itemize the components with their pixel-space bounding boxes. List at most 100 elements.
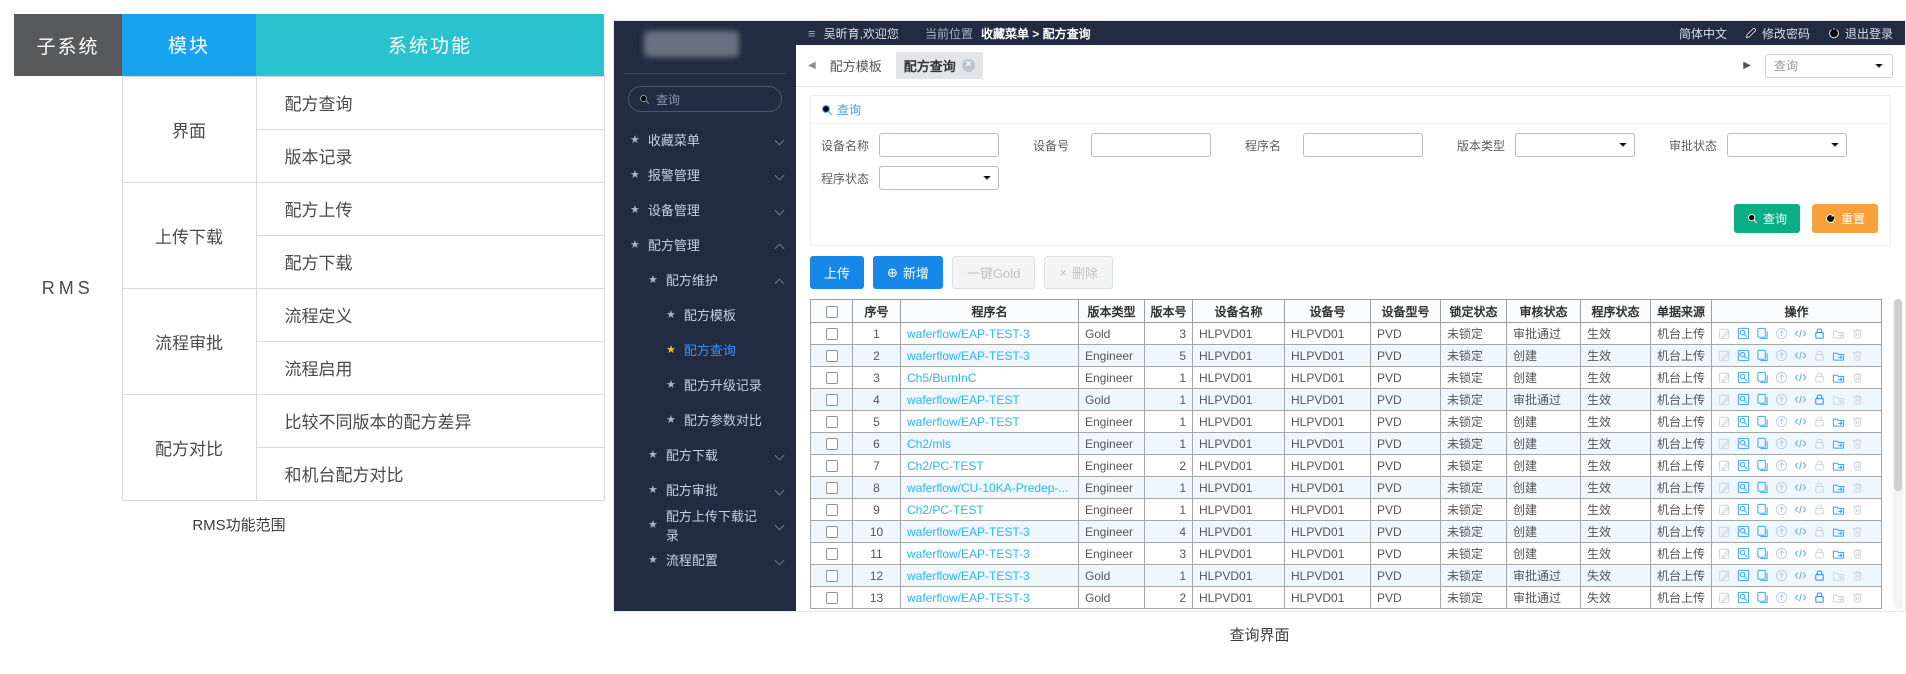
copy-icon[interactable] — [1756, 327, 1769, 340]
row-checkbox[interactable] — [826, 350, 838, 362]
lock-icon[interactable] — [1813, 393, 1826, 406]
edit-icon[interactable] — [1718, 327, 1731, 340]
trash-icon[interactable] — [1851, 503, 1864, 516]
preview-icon[interactable] — [1737, 327, 1750, 340]
copy-icon[interactable] — [1756, 591, 1769, 604]
upload-circle-icon[interactable] — [1775, 591, 1788, 604]
trash-icon[interactable] — [1851, 481, 1864, 494]
collapse-menu-icon[interactable]: ≡ — [808, 26, 816, 41]
lock-icon[interactable] — [1813, 349, 1826, 362]
export-icon[interactable] — [1832, 371, 1845, 384]
language-switch[interactable]: 简体中文 — [1679, 25, 1727, 42]
trash-icon[interactable] — [1851, 437, 1864, 450]
code-icon[interactable] — [1794, 503, 1807, 516]
upload-circle-icon[interactable] — [1775, 459, 1788, 472]
row-checkbox[interactable] — [826, 592, 838, 604]
one-key-gold-button[interactable]: 一键Gold — [952, 256, 1035, 289]
copy-icon[interactable] — [1756, 349, 1769, 362]
export-icon[interactable] — [1832, 547, 1845, 560]
tab-recipe-template[interactable]: 配方模板 — [830, 56, 882, 75]
code-icon[interactable] — [1794, 481, 1807, 494]
program-link[interactable]: Ch2/mls — [907, 437, 951, 451]
trash-icon[interactable] — [1851, 349, 1864, 362]
upload-circle-icon[interactable] — [1775, 437, 1788, 450]
export-icon[interactable] — [1832, 437, 1845, 450]
change-password-button[interactable]: 修改密码 — [1745, 25, 1810, 42]
row-checkbox[interactable] — [826, 570, 838, 582]
copy-icon[interactable] — [1756, 437, 1769, 450]
edit-icon[interactable] — [1718, 393, 1731, 406]
copy-icon[interactable] — [1756, 481, 1769, 494]
trash-icon[interactable] — [1851, 547, 1864, 560]
program-link[interactable]: Ch5/BurnInC — [907, 371, 976, 385]
upload-circle-icon[interactable] — [1775, 415, 1788, 428]
export-icon[interactable] — [1832, 459, 1845, 472]
preview-icon[interactable] — [1737, 525, 1750, 538]
trash-icon[interactable] — [1851, 415, 1864, 428]
row-checkbox[interactable] — [826, 328, 838, 340]
lock-icon[interactable] — [1813, 547, 1826, 560]
program-link[interactable]: Ch2/PC-TEST — [907, 459, 984, 473]
lock-icon[interactable] — [1813, 591, 1826, 604]
edit-icon[interactable] — [1718, 481, 1731, 494]
lock-icon[interactable] — [1813, 327, 1826, 340]
export-icon[interactable] — [1832, 349, 1845, 362]
export-icon[interactable] — [1832, 503, 1845, 516]
lock-icon[interactable] — [1813, 503, 1826, 516]
preview-icon[interactable] — [1737, 591, 1750, 604]
field-control[interactable] — [879, 166, 999, 190]
add-button[interactable]: ⊕新增 — [873, 256, 943, 289]
code-icon[interactable] — [1794, 459, 1807, 472]
lock-icon[interactable] — [1813, 481, 1826, 494]
scrollbar-thumb[interactable] — [1894, 299, 1902, 491]
upload-circle-icon[interactable] — [1775, 547, 1788, 560]
program-link[interactable]: waferflow/EAP-TEST-3 — [907, 569, 1030, 583]
lock-icon[interactable] — [1813, 569, 1826, 582]
trash-icon[interactable] — [1851, 459, 1864, 472]
program-link[interactable]: waferflow/EAP-TEST — [907, 393, 1020, 407]
field-control[interactable] — [1091, 133, 1211, 157]
row-checkbox[interactable] — [826, 416, 838, 428]
copy-icon[interactable] — [1756, 525, 1769, 538]
upload-circle-icon[interactable] — [1775, 481, 1788, 494]
edit-icon[interactable] — [1718, 569, 1731, 582]
close-icon[interactable]: × — [962, 59, 975, 72]
export-icon[interactable] — [1832, 327, 1845, 340]
tab-scroll-left-icon[interactable]: ◀ — [808, 60, 816, 71]
edit-icon[interactable] — [1718, 415, 1731, 428]
trash-icon[interactable] — [1851, 327, 1864, 340]
reset-button[interactable]: 重置 — [1812, 204, 1878, 233]
export-icon[interactable] — [1832, 415, 1845, 428]
upload-button[interactable]: 上传 — [810, 256, 864, 289]
field-control[interactable] — [879, 133, 999, 157]
copy-icon[interactable] — [1756, 371, 1769, 384]
preview-icon[interactable] — [1737, 503, 1750, 516]
field-control[interactable] — [1727, 133, 1847, 157]
sidebar-item[interactable]: ★ 配方上传下载记录 — [614, 507, 796, 542]
select-all-checkbox[interactable] — [826, 306, 838, 318]
row-checkbox[interactable] — [826, 438, 838, 450]
sidebar-item[interactable]: ★ 配方下载 — [614, 437, 796, 472]
row-checkbox[interactable] — [826, 548, 838, 560]
program-link[interactable]: waferflow/EAP-TEST-3 — [907, 591, 1030, 605]
sidebar-item[interactable]: ★ 配方查询 — [614, 332, 796, 367]
copy-icon[interactable] — [1756, 547, 1769, 560]
vertical-scrollbar[interactable] — [1893, 299, 1903, 609]
tab-scroll-right-icon[interactable]: ▶ — [1743, 60, 1751, 71]
upload-circle-icon[interactable] — [1775, 393, 1788, 406]
export-icon[interactable] — [1832, 569, 1845, 582]
trash-icon[interactable] — [1851, 371, 1864, 384]
code-icon[interactable] — [1794, 349, 1807, 362]
program-link[interactable]: waferflow/EAP-TEST-3 — [907, 349, 1030, 363]
code-icon[interactable] — [1794, 525, 1807, 538]
upload-circle-icon[interactable] — [1775, 525, 1788, 538]
field-control[interactable] — [1303, 133, 1423, 157]
delete-button[interactable]: ×删除 — [1044, 256, 1113, 289]
upload-circle-icon[interactable] — [1775, 503, 1788, 516]
lock-icon[interactable] — [1813, 371, 1826, 384]
preview-icon[interactable] — [1737, 437, 1750, 450]
sidebar-item[interactable]: ★ 配方维护 — [614, 262, 796, 297]
program-link[interactable]: waferflow/CU-10KA-Predep-... — [907, 481, 1068, 495]
code-icon[interactable] — [1794, 591, 1807, 604]
sidebar-item[interactable]: ★ 设备管理 — [614, 192, 796, 227]
